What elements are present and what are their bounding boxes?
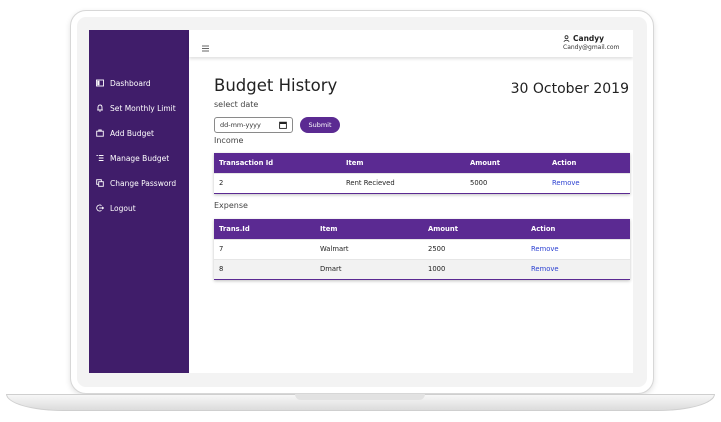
top-bar: Candyy Candy@gmail.com [189, 30, 633, 57]
sidebar-item-dashboard[interactable]: Dashboard [96, 76, 151, 90]
sidebar-item-label: Change Password [110, 178, 177, 188]
date-input-placeholder: dd-mm-yyyy [220, 121, 261, 129]
sidebar-item-manage-budget[interactable]: Manage Budget [96, 151, 169, 165]
cell-transaction-id: 2 [219, 179, 224, 187]
cell-item: Walmart [320, 245, 349, 253]
sidebar-item-add-budget[interactable]: Add Budget [96, 126, 154, 140]
remove-link[interactable]: Remove [531, 240, 559, 259]
submit-button[interactable]: Submit [300, 117, 340, 133]
column-header: Item [320, 225, 338, 233]
cell-amount: 2500 [428, 245, 446, 253]
column-header: Trans.Id [219, 225, 250, 233]
bell-icon [96, 104, 104, 112]
cell-trans-id: 7 [219, 245, 224, 253]
current-date: 30 October 2019 [510, 81, 629, 97]
user-name: Candyy [573, 34, 605, 43]
table-row: 7 Walmart 2500 Remove [214, 239, 630, 259]
column-header: Item [346, 159, 364, 167]
logout-icon [96, 204, 104, 212]
briefcase-icon [96, 129, 104, 137]
sidebar-item-logout[interactable]: Logout [96, 201, 136, 215]
income-section-title: Income [214, 136, 244, 145]
sidebar-item-label: Logout [110, 203, 136, 213]
user-menu[interactable]: Candyy [563, 34, 604, 43]
app-screen: Dashboard Set Monthly Limit Add Budget M… [89, 30, 633, 373]
sidebar-item-label: Add Budget [110, 128, 154, 138]
expense-section-title: Expense [214, 201, 248, 210]
column-header: Action [552, 159, 577, 167]
hamburger-menu-icon[interactable] [201, 38, 210, 52]
dashboard-icon [96, 79, 104, 87]
copy-icon [96, 179, 104, 187]
column-header: Transaction Id [219, 159, 274, 167]
user-email: Candy@gmail.com [563, 44, 620, 51]
user-icon [563, 35, 570, 42]
date-input[interactable]: dd-mm-yyyy [214, 117, 293, 133]
list-icon [96, 154, 104, 162]
remove-link[interactable]: Remove [552, 174, 580, 193]
table-row: 8 Dmart 1000 Remove [214, 259, 630, 279]
sidebar-item-label: Manage Budget [110, 153, 170, 163]
cell-amount: 1000 [428, 265, 446, 273]
table-row: 2 Rent Recieved 5000 Remove [214, 173, 630, 193]
column-header: Action [531, 225, 556, 233]
cell-item: Rent Recieved [346, 179, 395, 187]
column-header: Amount [428, 225, 458, 233]
calendar-icon[interactable] [279, 121, 287, 129]
cell-trans-id: 8 [219, 265, 224, 273]
cell-item: Dmart [320, 265, 342, 273]
sidebar: Dashboard Set Monthly Limit Add Budget M… [89, 30, 189, 373]
expense-table: Trans.Id Item Amount Action 7 Walmart 25… [214, 219, 630, 280]
sidebar-item-label: Dashboard [110, 78, 151, 88]
cell-amount: 5000 [470, 179, 488, 187]
laptop-notch [295, 394, 425, 400]
column-header: Amount [470, 159, 500, 167]
sidebar-item-label: Set Monthly Limit [110, 103, 176, 113]
remove-link[interactable]: Remove [531, 260, 559, 279]
select-date-label: select date [214, 100, 259, 109]
table-header: Transaction Id Item Amount Action [214, 153, 630, 173]
table-header: Trans.Id Item Amount Action [214, 219, 630, 239]
sidebar-item-set-monthly-limit[interactable]: Set Monthly Limit [96, 101, 176, 115]
income-table: Transaction Id Item Amount Action 2 Rent… [214, 153, 630, 194]
sidebar-item-change-password[interactable]: Change Password [96, 176, 176, 190]
page-title: Budget History [214, 76, 338, 95]
